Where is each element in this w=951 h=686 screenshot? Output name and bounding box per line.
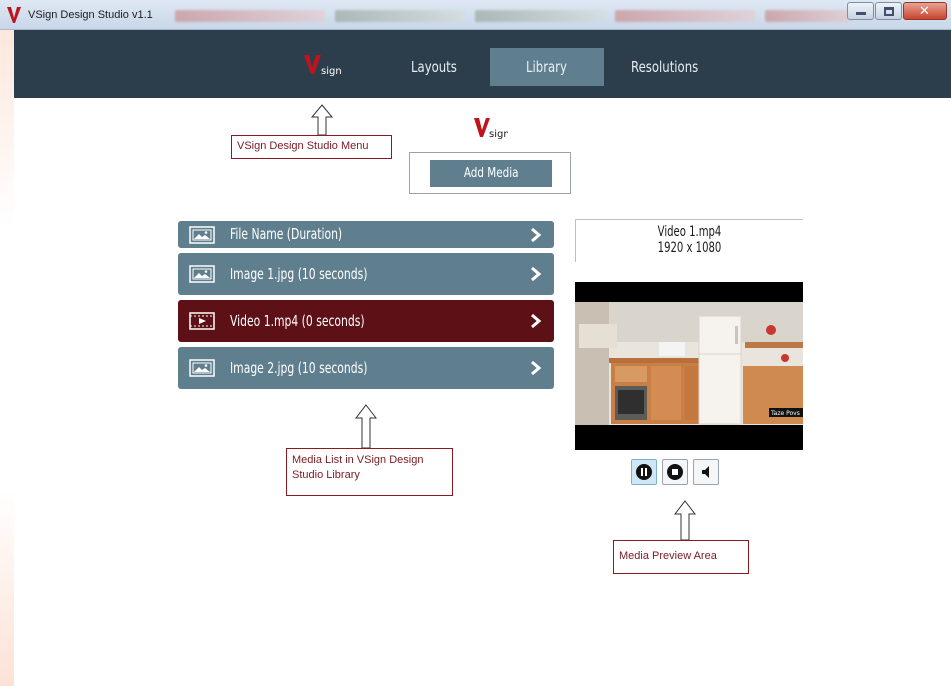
- window-title: VSign Design Studio v1.1: [28, 9, 153, 21]
- player-controls: [631, 459, 719, 485]
- close-button[interactable]: ✕: [903, 2, 947, 20]
- left-edge-strip: [0, 30, 14, 686]
- stop-button[interactable]: [662, 459, 688, 485]
- add-media-label: Add Media: [463, 166, 519, 181]
- preview-file-name: Video 1.mp4: [657, 224, 722, 240]
- annotation-media-list-line1: Media List in VSign Design: [292, 454, 424, 466]
- media-item-label: Video 1.mp4 (0 seconds): [230, 312, 365, 330]
- media-list-item[interactable]: Image 1.jpg (10 seconds): [178, 253, 554, 295]
- preview-resolution: 1920 x 1080: [657, 240, 722, 256]
- minimize-button[interactable]: [847, 2, 874, 20]
- vsign-logo-icon[interactable]: sign: [302, 52, 342, 78]
- maximize-button[interactable]: [875, 2, 902, 20]
- window-controls: ✕: [846, 2, 947, 20]
- nav-resolutions[interactable]: Resolutions: [631, 48, 698, 86]
- media-preview-screen[interactable]: Taze Povs: [575, 282, 803, 450]
- up-arrow-icon: [674, 500, 696, 541]
- media-list-item-selected[interactable]: Video 1.mp4 (0 seconds): [178, 300, 554, 342]
- add-media-button[interactable]: Add Media: [430, 160, 552, 187]
- library-brand-text: sign: [489, 129, 508, 140]
- up-arrow-icon: [311, 104, 333, 136]
- image-icon: [189, 265, 215, 283]
- nav-library-label: Library: [526, 58, 567, 76]
- nav-library[interactable]: Library: [490, 48, 604, 86]
- chevron-right-icon: [531, 360, 542, 376]
- nav-brand-text: sign: [321, 66, 342, 77]
- image-icon: [189, 359, 215, 377]
- media-item-label: Image 1.jpg (10 seconds): [230, 265, 368, 283]
- stop-icon: [667, 464, 683, 480]
- kitchen-video-frame: Taze Povs: [575, 302, 803, 425]
- annotation-menu: VSign Design Studio Menu: [231, 135, 392, 159]
- image-icon: [189, 226, 215, 244]
- annotation-preview: Media Preview Area: [613, 540, 749, 574]
- speaker-icon: [702, 466, 709, 478]
- chevron-right-icon: [531, 266, 542, 282]
- preview-info: Video 1.mp4 1920 x 1080: [575, 219, 803, 262]
- video-icon: [189, 312, 215, 330]
- chevron-right-icon: [531, 227, 542, 243]
- media-item-label: Image 2.jpg (10 seconds): [230, 359, 368, 377]
- pause-icon: [636, 464, 652, 480]
- close-icon: ✕: [919, 4, 930, 19]
- media-list-header-label: File Name (Duration): [230, 225, 343, 243]
- main-menu-bar: sign Layouts Library Resolutions: [14, 30, 951, 98]
- app-window: VSign Design Studio v1.1 ✕ sign Layouts …: [0, 0, 951, 686]
- taskbar-blur: [175, 10, 865, 23]
- nav-layouts[interactable]: Layouts: [411, 48, 457, 86]
- annotation-media-list: Media List in VSign Design Studio Librar…: [286, 448, 453, 496]
- media-list-item[interactable]: Image 2.jpg (10 seconds): [178, 347, 554, 389]
- chevron-right-icon: [531, 313, 542, 329]
- library-logo-icon: sign: [474, 118, 508, 140]
- title-bar[interactable]: VSign Design Studio v1.1 ✕: [0, 0, 951, 30]
- minimize-icon: [856, 12, 866, 15]
- media-list-header[interactable]: File Name (Duration): [178, 221, 554, 248]
- up-arrow-icon: [355, 404, 377, 449]
- app-logo-icon: [7, 7, 21, 23]
- annotation-media-list-line2: Studio Library: [292, 469, 360, 481]
- pause-button[interactable]: [631, 459, 657, 485]
- maximize-icon: [884, 7, 894, 16]
- video-watermark: Taze Povs: [770, 410, 800, 417]
- mute-button[interactable]: [693, 459, 719, 485]
